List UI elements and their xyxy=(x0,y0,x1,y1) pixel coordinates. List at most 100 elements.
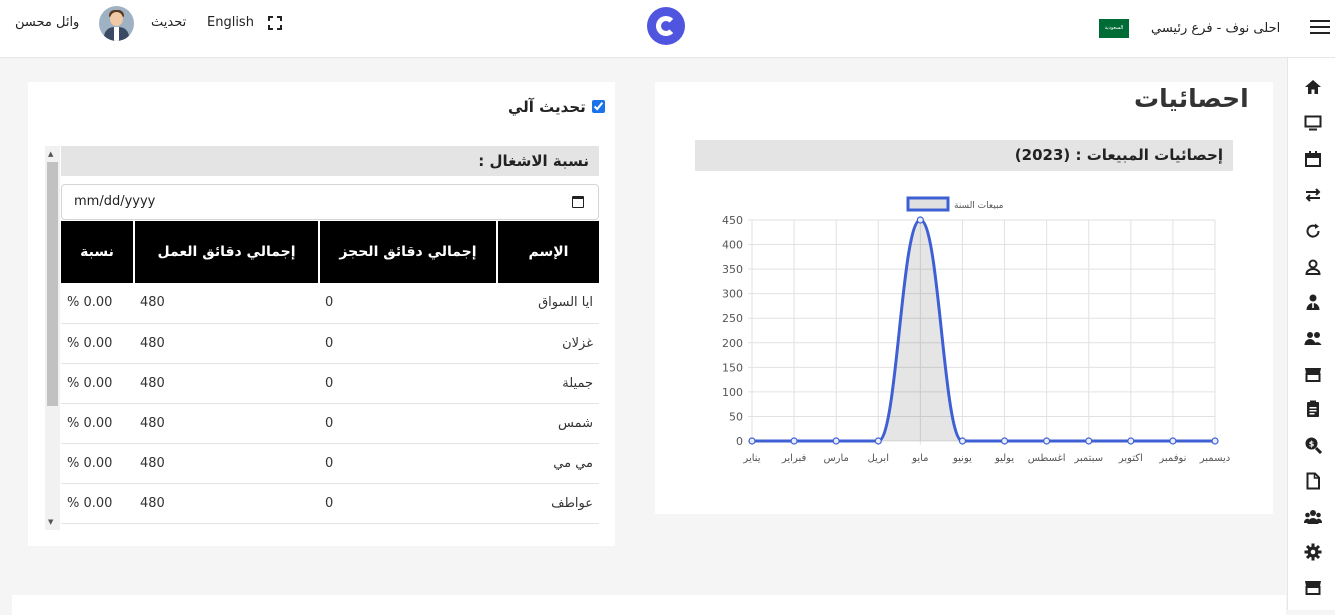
store-icon[interactable] xyxy=(1304,365,1322,383)
data-point[interactable] xyxy=(874,437,882,445)
table-row: ايا السواق 0 480 0.00 % xyxy=(61,283,599,324)
y-tick-label: 200 xyxy=(722,337,743,350)
legend-label[interactable]: مبيعات السنة xyxy=(954,201,1004,211)
transfer-icon[interactable] xyxy=(1304,186,1322,204)
group-icon[interactable] xyxy=(1304,508,1322,526)
cell-work: 480 xyxy=(134,483,319,524)
table-scrollbar[interactable]: ▲ ▼ xyxy=(45,146,60,530)
cell-ratio: 0.00 % xyxy=(61,403,134,444)
legend-swatch[interactable] xyxy=(906,196,950,212)
search-money-icon[interactable]: $ xyxy=(1304,436,1322,454)
table-row: غزلان 0 480 0.00 % xyxy=(61,323,599,364)
y-tick-label: 350 xyxy=(722,263,743,276)
refresh-button[interactable]: تحديث xyxy=(151,15,186,31)
data-point[interactable] xyxy=(1000,437,1009,445)
cell-name: غزلان xyxy=(497,323,599,364)
cell-name: جميلة xyxy=(497,363,599,404)
document-icon[interactable] xyxy=(1304,400,1322,418)
data-point[interactable] xyxy=(1127,437,1135,445)
shop-icon[interactable] xyxy=(1304,578,1322,596)
cell-booked: 0 xyxy=(319,403,497,444)
data-point[interactable] xyxy=(1211,437,1219,445)
x-tick-label: مارس xyxy=(823,453,848,464)
scroll-down-icon[interactable]: ▼ xyxy=(48,518,53,526)
x-tick-label: سبتمبر xyxy=(1073,453,1103,464)
x-tick-label: فبراير xyxy=(781,453,807,464)
auto-refresh-checkbox[interactable] xyxy=(591,100,605,113)
x-tick-label: مايو xyxy=(911,453,928,464)
auto-refresh-toggle[interactable]: تحديث آلي xyxy=(508,98,605,116)
cell-name: مي مي xyxy=(497,443,599,484)
x-tick-label: اكتوبر xyxy=(1118,453,1143,464)
saudi-flag-icon: السعودية xyxy=(1099,19,1129,38)
occupancy-heading: نسبة الاشغال : xyxy=(61,146,599,176)
cell-work: 480 xyxy=(134,323,319,364)
monitor-icon[interactable] xyxy=(1304,114,1322,132)
sidebar: $ xyxy=(1287,58,1335,610)
x-tick-label: يوليو xyxy=(994,453,1014,464)
top-bar: وائل محسن تحديث English السعودية احلى نو… xyxy=(0,0,1335,58)
branch-name[interactable]: احلى نوف - فرع رئيسي xyxy=(1151,21,1280,37)
calendar-icon[interactable] xyxy=(1304,150,1322,168)
occupancy-table: الإسم إجمالي دقائق الحجز إجمالي دقائق ال… xyxy=(61,221,599,524)
data-point[interactable] xyxy=(958,437,967,445)
user-name[interactable]: وائل محسن xyxy=(15,15,79,31)
table-header-row: الإسم إجمالي دقائق الحجز إجمالي دقائق ال… xyxy=(61,221,599,283)
cell-booked: 0 xyxy=(319,323,497,364)
statistics-title: احصائيات xyxy=(1134,84,1249,113)
x-tick-label: نوفمبر xyxy=(1158,453,1186,464)
x-tick-label: اغسطس xyxy=(1028,453,1066,464)
user-icon[interactable] xyxy=(1304,258,1322,276)
cell-name: شمس xyxy=(497,403,599,444)
data-point[interactable] xyxy=(790,437,798,445)
menu-icon[interactable] xyxy=(1310,20,1330,35)
data-point[interactable] xyxy=(1043,437,1051,445)
date-placeholder: mm/dd/yyyy xyxy=(74,194,156,209)
cell-ratio: 0.00 % xyxy=(61,443,134,484)
table-row: شمس 0 480 0.00 % xyxy=(61,403,599,444)
data-point[interactable] xyxy=(1169,437,1177,445)
y-tick-label: 400 xyxy=(722,239,743,252)
scrollbar-thumb[interactable] xyxy=(47,162,58,406)
sales-statistics-heading: إحصائيات المبيعات : (2023) xyxy=(695,140,1233,171)
date-field[interactable]: mm/dd/yyyy xyxy=(61,184,599,220)
series-line xyxy=(752,218,1215,443)
refresh-icon[interactable] xyxy=(1304,222,1322,240)
logo[interactable] xyxy=(647,7,685,45)
file-icon[interactable] xyxy=(1304,472,1322,490)
fullscreen-icon[interactable] xyxy=(268,16,282,30)
sales-line-chart: 0 50 100 150 200 250 300 350 400 450 يناير فبراير ما… xyxy=(722,196,1230,464)
chart-series-layer xyxy=(748,216,1219,445)
calendar-picker-icon[interactable] xyxy=(572,196,584,208)
home-icon[interactable] xyxy=(1304,78,1322,96)
x-tick-label: ابريل xyxy=(868,453,889,464)
data-point[interactable] xyxy=(832,437,840,445)
employee-icon[interactable] xyxy=(1304,293,1322,311)
column-header-name[interactable]: الإسم xyxy=(496,221,599,283)
column-header-work-minutes[interactable]: إجمالي دقائق العمل xyxy=(133,221,319,283)
bottom-card xyxy=(12,595,1286,615)
cell-work: 480 xyxy=(134,443,319,484)
cell-booked: 0 xyxy=(319,483,497,524)
cell-name: ايا السواق xyxy=(497,283,599,324)
data-point[interactable] xyxy=(1085,437,1093,445)
data-point[interactable] xyxy=(916,216,924,224)
cell-ratio: 0.00 % xyxy=(61,483,134,524)
x-tick-label: يناير xyxy=(742,453,760,464)
scroll-up-icon[interactable]: ▲ xyxy=(48,150,53,158)
table-row: عواطف 0 480 0.00 % xyxy=(61,483,599,524)
settings-icon[interactable] xyxy=(1304,543,1322,561)
users-icon[interactable] xyxy=(1304,329,1322,347)
table-row: جميلة 0 480 0.00 % xyxy=(61,363,599,404)
chart-legend[interactable]: مبيعات السنة xyxy=(906,196,1004,212)
data-point[interactable] xyxy=(748,437,756,445)
avatar[interactable] xyxy=(99,6,134,41)
cell-work: 480 xyxy=(134,403,319,444)
cell-booked: 0 xyxy=(319,363,497,404)
column-header-ratio[interactable]: نسبة xyxy=(61,221,134,283)
cell-work: 480 xyxy=(134,283,319,324)
language-button[interactable]: English xyxy=(207,15,254,31)
cell-booked: 0 xyxy=(319,443,497,484)
cell-ratio: 0.00 % xyxy=(61,283,134,324)
column-header-booked-minutes[interactable]: إجمالي دقائق الحجز xyxy=(318,221,497,283)
